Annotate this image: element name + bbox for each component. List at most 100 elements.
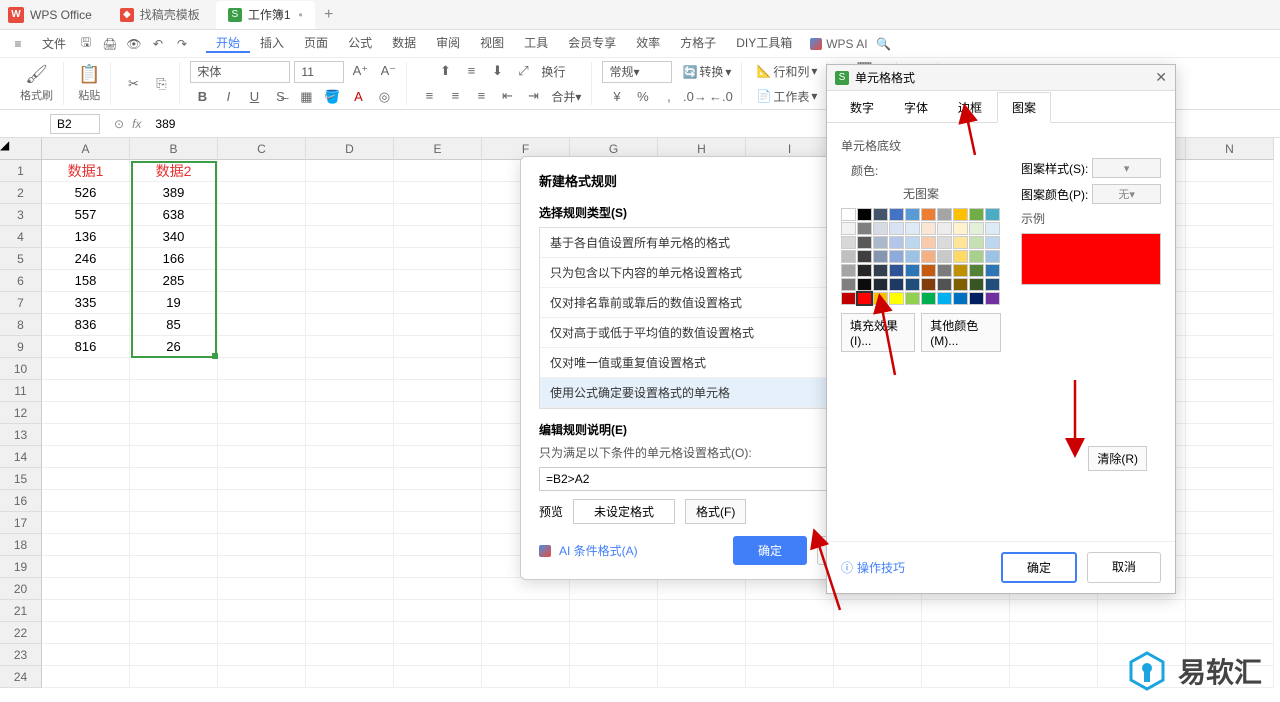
color-swatch[interactable] xyxy=(953,292,968,305)
cell[interactable] xyxy=(922,644,1010,666)
color-swatch[interactable] xyxy=(985,292,1000,305)
cell[interactable] xyxy=(394,424,482,446)
cell[interactable] xyxy=(1010,666,1098,688)
dec-inc-icon[interactable]: .0→ xyxy=(683,87,707,107)
cell[interactable] xyxy=(130,534,218,556)
cell[interactable] xyxy=(218,402,306,424)
cell[interactable] xyxy=(218,578,306,600)
row-header[interactable]: 4 xyxy=(0,226,42,248)
cell[interactable] xyxy=(394,160,482,182)
save-icon[interactable]: 🖫 xyxy=(76,34,96,54)
cell[interactable]: 26 xyxy=(130,336,218,358)
color-swatch[interactable] xyxy=(841,264,856,277)
cell[interactable] xyxy=(394,490,482,512)
cell[interactable] xyxy=(394,380,482,402)
preview-icon[interactable]: 👁 xyxy=(124,34,144,54)
cell[interactable] xyxy=(1186,512,1274,534)
cell[interactable] xyxy=(306,578,394,600)
copy-icon[interactable]: ⎘ xyxy=(149,74,173,94)
row-header[interactable]: 11 xyxy=(0,380,42,402)
color-swatch[interactable] xyxy=(889,222,904,235)
cell[interactable]: 285 xyxy=(130,270,218,292)
cell[interactable] xyxy=(658,644,746,666)
row-header[interactable]: 10 xyxy=(0,358,42,380)
cell[interactable] xyxy=(394,204,482,226)
cell[interactable] xyxy=(130,490,218,512)
cell[interactable] xyxy=(394,402,482,424)
cell[interactable] xyxy=(218,204,306,226)
color-swatch[interactable] xyxy=(969,264,984,277)
highlight-icon[interactable]: ◎ xyxy=(372,87,396,107)
menu-tab[interactable]: 工具 xyxy=(514,34,558,51)
cell[interactable] xyxy=(394,622,482,644)
merge-button[interactable]: 合并▾ xyxy=(547,86,585,107)
currency-icon[interactable]: ¥ xyxy=(605,87,629,107)
cell[interactable] xyxy=(42,578,130,600)
cell[interactable] xyxy=(42,512,130,534)
ok-button[interactable]: 确定 xyxy=(1001,552,1077,583)
color-swatch[interactable] xyxy=(873,236,888,249)
format-tab[interactable]: 字体 xyxy=(889,92,943,123)
align-top-icon[interactable]: ⬆ xyxy=(433,61,457,81)
cell[interactable] xyxy=(218,534,306,556)
print-icon[interactable]: 🖨 xyxy=(100,34,120,54)
color-swatch[interactable] xyxy=(953,264,968,277)
color-swatch[interactable] xyxy=(889,278,904,291)
cell[interactable] xyxy=(1186,490,1274,512)
color-swatch[interactable] xyxy=(857,292,872,305)
ok-button[interactable]: 确定 xyxy=(733,536,807,565)
color-swatch[interactable] xyxy=(937,222,952,235)
color-swatch[interactable] xyxy=(969,292,984,305)
color-swatch[interactable] xyxy=(857,236,872,249)
cell[interactable] xyxy=(130,622,218,644)
select-all-corner[interactable]: ◢ xyxy=(0,138,42,160)
font-color-icon[interactable]: A xyxy=(346,87,370,107)
cell[interactable]: 526 xyxy=(42,182,130,204)
color-swatch[interactable] xyxy=(857,250,872,263)
cell[interactable]: 557 xyxy=(42,204,130,226)
align-mid-icon[interactable]: ≡ xyxy=(459,61,483,81)
cell[interactable] xyxy=(306,512,394,534)
color-swatch[interactable] xyxy=(905,250,920,263)
cell[interactable] xyxy=(306,182,394,204)
col-header[interactable]: N xyxy=(1186,138,1274,160)
color-swatch[interactable] xyxy=(985,264,1000,277)
cell[interactable] xyxy=(218,226,306,248)
cell[interactable] xyxy=(42,380,130,402)
cell[interactable] xyxy=(218,424,306,446)
cell[interactable] xyxy=(394,336,482,358)
cell[interactable] xyxy=(306,248,394,270)
align-center-icon[interactable]: ≡ xyxy=(443,86,467,106)
cell[interactable] xyxy=(1186,534,1274,556)
color-swatch[interactable] xyxy=(841,250,856,263)
cell[interactable] xyxy=(1186,622,1274,644)
search-icon[interactable]: 🔍 xyxy=(874,34,894,54)
cell[interactable] xyxy=(42,600,130,622)
row-header[interactable]: 2 xyxy=(0,182,42,204)
cell[interactable] xyxy=(1186,226,1274,248)
ai-cond-format-link[interactable]: AI 条件格式(A) xyxy=(539,542,638,559)
format-tab[interactable]: 边框 xyxy=(943,92,997,123)
indent-dec-icon[interactable]: ⇤ xyxy=(495,86,519,106)
cell[interactable] xyxy=(306,446,394,468)
cell[interactable] xyxy=(394,182,482,204)
indent-inc-icon[interactable]: ⇥ xyxy=(521,86,545,106)
number-format-select[interactable]: 常规 ▾ xyxy=(602,61,672,83)
fx-label[interactable]: fx xyxy=(132,117,141,131)
cell[interactable] xyxy=(306,644,394,666)
cell[interactable] xyxy=(1186,446,1274,468)
row-header[interactable]: 3 xyxy=(0,204,42,226)
color-swatch[interactable] xyxy=(937,278,952,291)
row-header[interactable]: 17 xyxy=(0,512,42,534)
cell[interactable] xyxy=(1186,402,1274,424)
cell[interactable] xyxy=(922,622,1010,644)
cell[interactable]: 638 xyxy=(130,204,218,226)
menu-tab[interactable]: 插入 xyxy=(250,34,294,51)
row-header[interactable]: 14 xyxy=(0,446,42,468)
worksheet-button[interactable]: 📄 工作表 ▾ xyxy=(752,86,821,107)
cell[interactable] xyxy=(42,556,130,578)
cell[interactable]: 136 xyxy=(42,226,130,248)
cell[interactable] xyxy=(1098,600,1186,622)
menu-icon[interactable]: ≡ xyxy=(8,34,28,54)
row-header[interactable]: 22 xyxy=(0,622,42,644)
